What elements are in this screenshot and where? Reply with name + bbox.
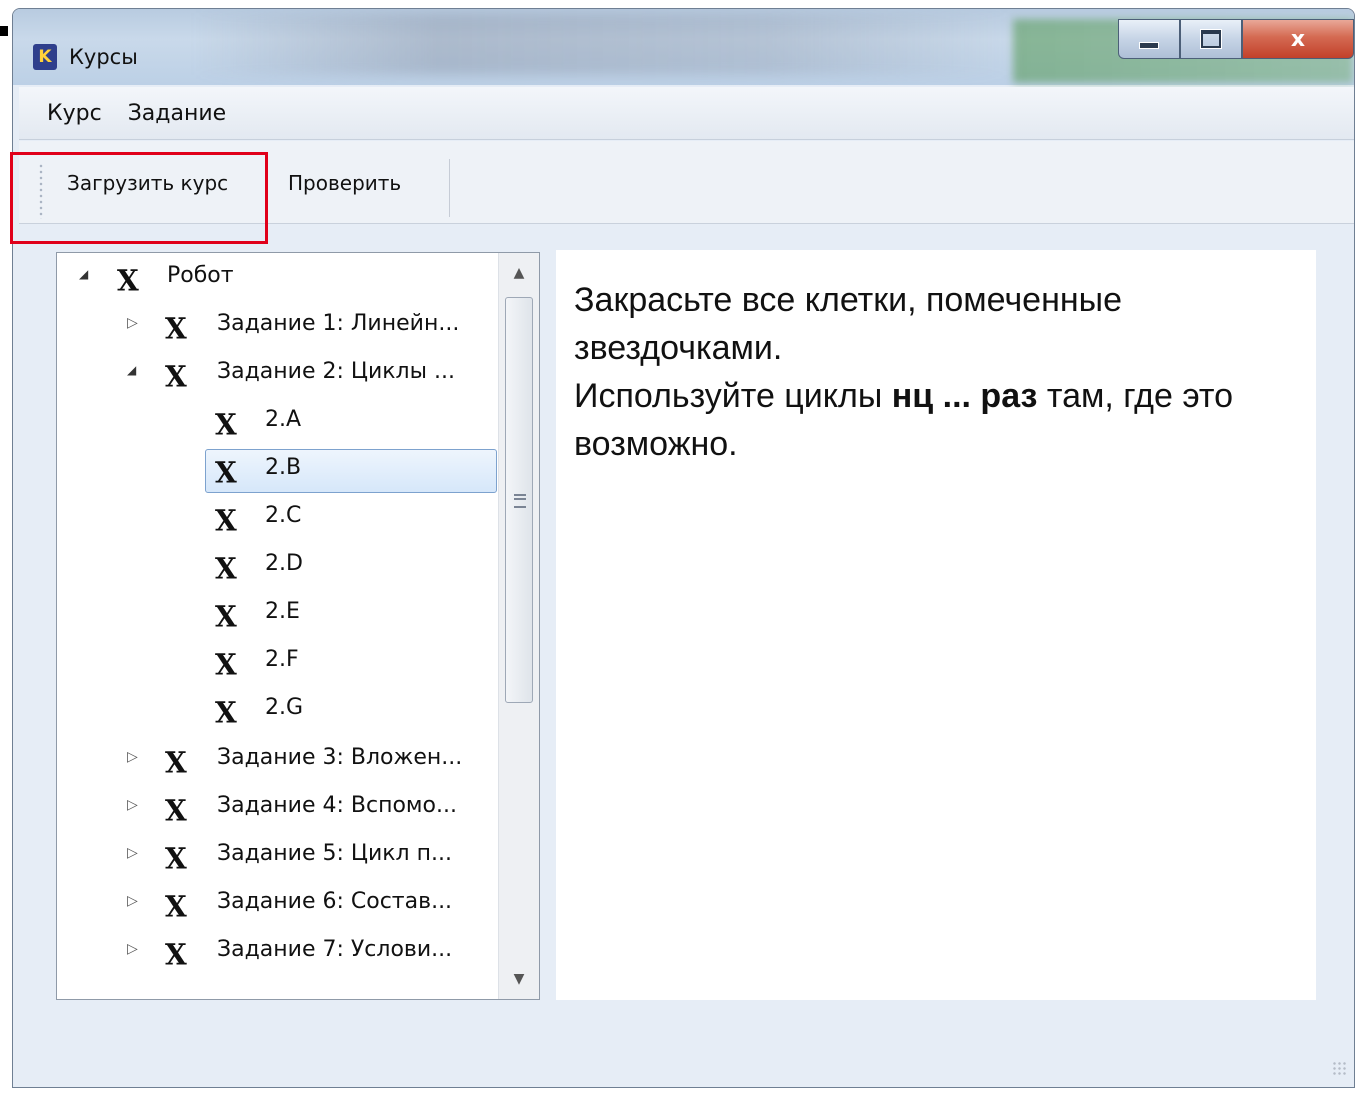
not-done-x-icon: X bbox=[215, 695, 237, 730]
not-done-x-icon: X bbox=[215, 407, 237, 442]
tree-row-task-5[interactable]: ▷ X Задание 5: Цикл п... bbox=[57, 837, 497, 881]
maximize-button[interactable] bbox=[1180, 19, 1242, 59]
check-button[interactable]: Проверить bbox=[288, 171, 401, 195]
tree-item-label: Задание 2: Циклы ... bbox=[217, 359, 455, 384]
tree-row-2f[interactable]: X 2.F bbox=[57, 643, 497, 687]
not-done-x-icon: X bbox=[165, 359, 187, 394]
tree-row-task-4[interactable]: ▷ X Задание 4: Вспомо... bbox=[57, 789, 497, 833]
not-done-x-icon: X bbox=[165, 793, 187, 828]
minimize-icon bbox=[1139, 41, 1159, 49]
titlebar-background bbox=[193, 13, 1013, 75]
not-done-x-icon: X bbox=[215, 551, 237, 586]
not-done-x-icon: X bbox=[165, 889, 187, 924]
tree-row-robot[interactable]: ◢ X Робот bbox=[57, 259, 497, 303]
not-done-x-icon: X bbox=[165, 311, 187, 346]
tree-row-task-1[interactable]: ▷ X Задание 1: Линейн... bbox=[57, 307, 497, 351]
resize-grip[interactable] bbox=[1332, 1061, 1348, 1077]
window-controls: x bbox=[1118, 19, 1354, 61]
tree-item-label: Задание 5: Цикл п... bbox=[217, 841, 452, 866]
app-k-icon: K bbox=[33, 44, 57, 70]
tree-row-task-2[interactable]: ◢ X Задание 2: Циклы ... bbox=[57, 355, 497, 399]
not-done-x-icon: X bbox=[165, 841, 187, 876]
tree-item-label: Задание 6: Состав... bbox=[217, 889, 453, 914]
not-done-x-icon: X bbox=[215, 647, 237, 682]
collapsed-arrow-icon[interactable]: ▷ bbox=[127, 941, 138, 957]
title-bar[interactable]: K Курсы x bbox=[13, 9, 1354, 85]
scroll-thumb[interactable] bbox=[505, 297, 533, 703]
maximize-icon bbox=[1201, 30, 1221, 48]
collapsed-arrow-icon[interactable]: ▷ bbox=[127, 797, 138, 813]
close-icon: x bbox=[1290, 26, 1306, 52]
collapsed-arrow-icon[interactable]: ▷ bbox=[127, 893, 138, 909]
scroll-grip-icon bbox=[514, 494, 526, 508]
tree-row-2g[interactable]: X 2.G bbox=[57, 691, 497, 735]
tree-item-label: Робот bbox=[167, 263, 234, 288]
not-done-x-icon: X bbox=[215, 455, 237, 490]
task-instruction-2-start: Используйте циклы bbox=[574, 377, 892, 415]
not-done-x-icon: X bbox=[165, 937, 187, 972]
tree-item-label: Задание 4: Вспомо... bbox=[217, 793, 457, 818]
tree-row-task-6[interactable]: ▷ X Задание 6: Состав... bbox=[57, 885, 497, 929]
tree-item-label: 2.E bbox=[265, 599, 300, 624]
not-done-x-icon: X bbox=[165, 745, 187, 780]
tree-row-2d[interactable]: X 2.D bbox=[57, 547, 497, 591]
menu-task[interactable]: Задание bbox=[128, 101, 227, 126]
expanded-arrow-icon[interactable]: ◢ bbox=[79, 267, 88, 281]
task-description-panel: Закрасьте все клетки, помеченные звездоч… bbox=[556, 250, 1316, 1000]
tree-item-label: Задание 1: Линейн... bbox=[217, 311, 460, 336]
tree-item-label: 2.A bbox=[265, 407, 302, 432]
tree-item-label: 2.C bbox=[265, 503, 302, 528]
expanded-arrow-icon[interactable]: ◢ bbox=[127, 363, 136, 377]
scroll-down-arrow-icon[interactable]: ▼ bbox=[499, 959, 539, 999]
menu-bar: Курс Задание bbox=[19, 87, 1354, 140]
minimize-button[interactable] bbox=[1118, 19, 1180, 59]
tree-scrollbar[interactable]: ▲ ▼ bbox=[498, 253, 539, 999]
collapsed-arrow-icon[interactable]: ▷ bbox=[127, 315, 138, 331]
tree-row-2c[interactable]: X 2.C bbox=[57, 499, 497, 543]
toolbar-separator bbox=[449, 159, 450, 217]
tree-item-label: 2.F bbox=[265, 647, 299, 672]
scroll-up-arrow-icon[interactable]: ▲ bbox=[499, 253, 539, 293]
task-instruction-1: Закрасьте все клетки, помеченные звездоч… bbox=[574, 281, 1122, 367]
tree-item-label: 2.G bbox=[265, 695, 304, 720]
menu-course[interactable]: Курс bbox=[47, 101, 102, 126]
tree-row-task-7[interactable]: ▷ X Задание 7: Услови... bbox=[57, 933, 497, 977]
tree-item-label: Задание 7: Услови... bbox=[217, 937, 453, 962]
not-done-x-icon: X bbox=[215, 503, 237, 538]
not-done-x-icon: X bbox=[215, 599, 237, 634]
task-keyword: нц ... раз bbox=[891, 377, 1038, 415]
tree-item-label: 2.D bbox=[265, 551, 303, 576]
not-done-x-icon: X bbox=[117, 263, 139, 298]
tree-row-2e[interactable]: X 2.E bbox=[57, 595, 497, 639]
course-tree[interactable]: ◢ X Робот ▷ X Задание 1: Линейн... ◢ X З… bbox=[56, 252, 540, 1000]
task-description: Закрасьте все клетки, помеченные звездоч… bbox=[574, 276, 1274, 468]
tree-row-2a[interactable]: X 2.A bbox=[57, 403, 497, 447]
tree-item-label: Задание 3: Вложен... bbox=[217, 745, 463, 770]
tree-row-2b[interactable]: X 2.B bbox=[57, 451, 497, 495]
annotation-highlight-box bbox=[10, 152, 268, 244]
window-title: Курсы bbox=[69, 45, 138, 69]
close-button[interactable]: x bbox=[1242, 19, 1354, 59]
tree-item-label: 2.B bbox=[265, 455, 302, 480]
collapsed-arrow-icon[interactable]: ▷ bbox=[127, 749, 138, 765]
tree-row-task-3[interactable]: ▷ X Задание 3: Вложен... bbox=[57, 741, 497, 785]
collapsed-arrow-icon[interactable]: ▷ bbox=[127, 845, 138, 861]
